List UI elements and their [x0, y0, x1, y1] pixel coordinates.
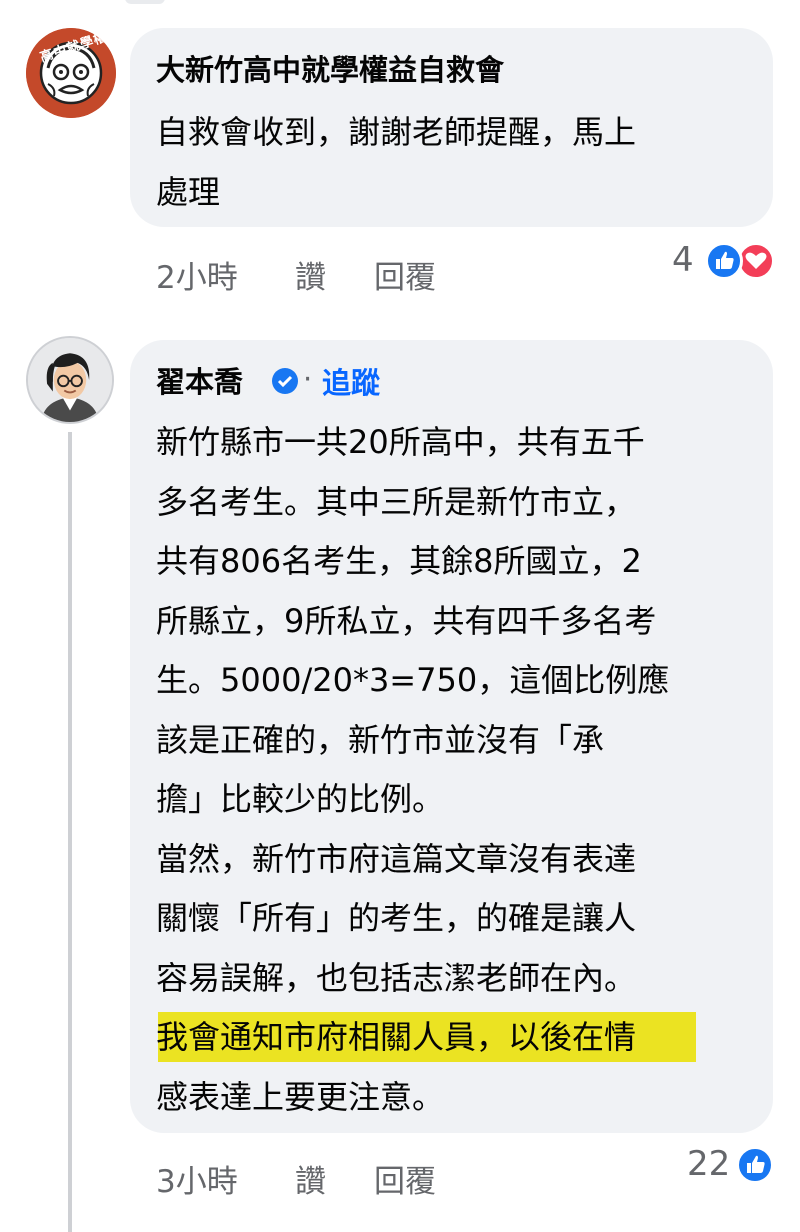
like-icon	[705, 242, 743, 280]
text-line: 感表達上要更注意。	[156, 1077, 445, 1116]
comment-text: 新竹縣市一共20所高中，共有五千 多名考生。其中三所是新竹市立， 共有806名考…	[156, 413, 669, 1127]
thread-line	[68, 432, 72, 1232]
comment-meta-row: 2小時 讚 回覆	[156, 252, 556, 296]
text-line: 當然，新竹市府這篇文章沒有表達	[156, 839, 637, 878]
avatar-self-help-group[interactable]: 高中就學權益	[26, 28, 116, 118]
like-link[interactable]: 讚	[295, 252, 326, 297]
text-line: 擔」比較少的比例。	[156, 780, 445, 818]
text-line: 處理	[156, 172, 221, 211]
highlighted-text-line: 我會通知市府相關人員，以後在情	[156, 1018, 637, 1056]
text-line: 容易誤解，也包括志潔老師在內。	[156, 958, 637, 997]
reply-link[interactable]: 回覆	[374, 252, 436, 297]
text-line: 關懷「所有」的考生，的確是讓人	[156, 899, 637, 937]
separator-dot: ·	[303, 362, 313, 396]
verified-badge-icon	[272, 368, 298, 394]
text-line: 所縣立，9所私立，共有四千多名考	[156, 601, 657, 640]
text-line: 多名考生。其中三所是新竹市立，	[156, 482, 637, 521]
text-line: 該是正確的，新竹市並沒有「承	[156, 720, 605, 759]
text-line: 共有806名考生，其餘8所國立，2	[156, 542, 642, 580]
comment-author[interactable]: 翟本喬	[156, 362, 243, 402]
like-icon	[736, 1146, 774, 1184]
comment-text: 自救會收到，謝謝老師提醒，馬上 處理	[156, 103, 636, 222]
follow-button[interactable]: 追蹤	[322, 360, 380, 402]
timestamp[interactable]: 2小時	[156, 252, 238, 297]
reaction-count[interactable]: 4	[672, 240, 694, 280]
text-line: 生。5000/20*3=750，這個比例應	[156, 661, 670, 699]
comment-author[interactable]: 大新竹高中就學權益自救會	[156, 50, 504, 90]
previous-comment-fragment	[125, 0, 165, 4]
like-link[interactable]: 讚	[295, 1156, 326, 1201]
user-avatar-illustration-icon	[28, 338, 112, 422]
text-line: 自救會收到，謝謝老師提醒，馬上	[156, 113, 637, 151]
reaction-count[interactable]: 22	[687, 1144, 730, 1184]
reply-link[interactable]: 回覆	[374, 1156, 436, 1201]
text-line: 新竹縣市一共20所高中，共有五千	[156, 423, 645, 461]
avatar-user[interactable]	[26, 336, 114, 424]
timestamp[interactable]: 3小時	[156, 1156, 238, 1201]
comment-meta-row: 3小時 讚 回覆	[156, 1156, 556, 1200]
